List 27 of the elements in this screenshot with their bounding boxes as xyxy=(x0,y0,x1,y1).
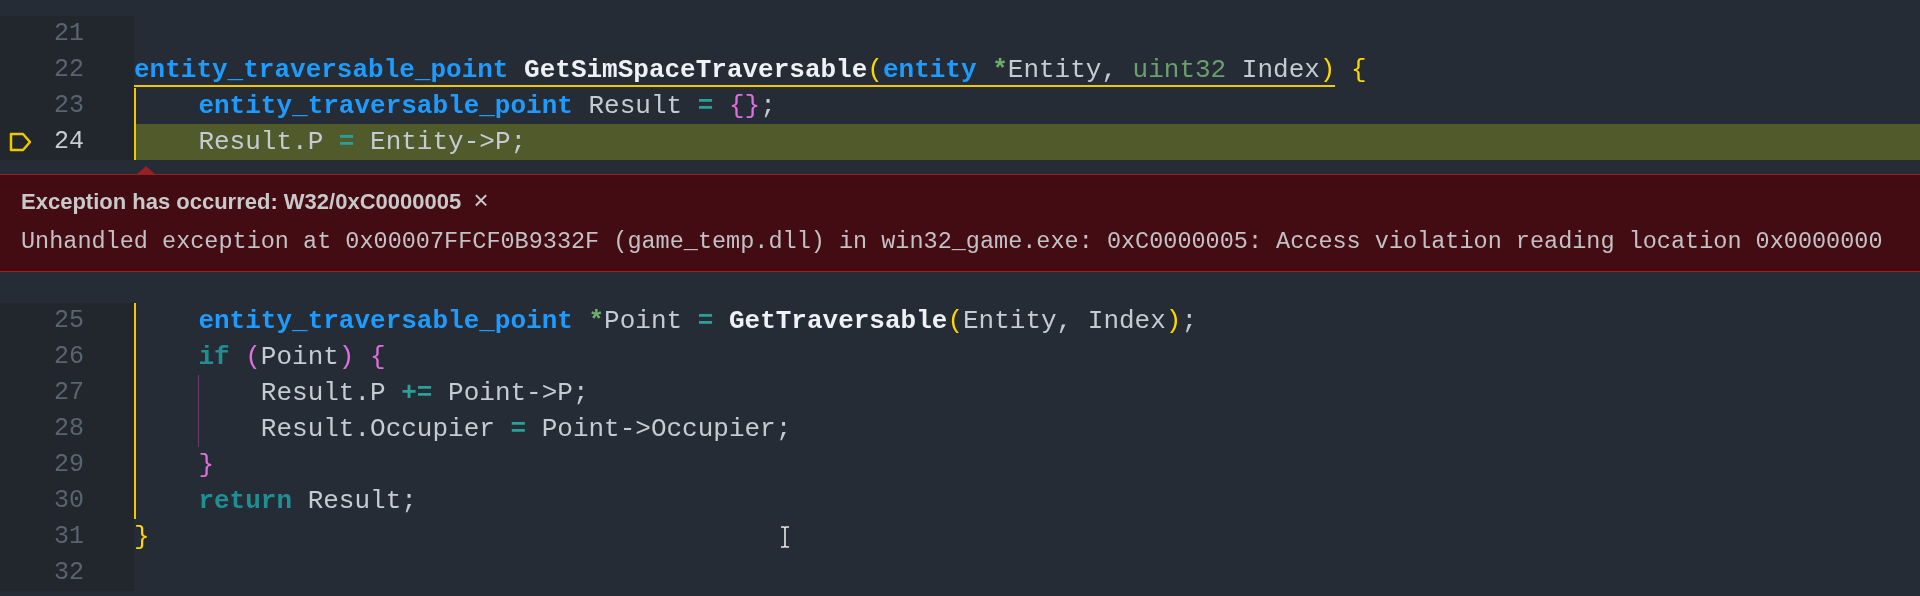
line-number: 31 xyxy=(54,521,84,554)
line-number: 32 xyxy=(54,557,84,590)
exception-title: Exception has occurred: W32/0xC0000005 xyxy=(21,188,462,216)
breakpoint-icon[interactable] xyxy=(9,132,32,152)
code-line: Result.P = Entity->P; xyxy=(197,125,527,159)
code-line: entity_traversable_point Result = {}; xyxy=(197,89,776,123)
code-line: } xyxy=(197,448,214,482)
line-number: 22 xyxy=(54,54,84,87)
line-number: 30 xyxy=(54,485,84,518)
code-line: entity_traversable_point GetSimSpaceTraversable(entity *Entity, uint32 Index) { xyxy=(134,53,1367,89)
line-number: 27 xyxy=(54,377,84,410)
line-number: 24 xyxy=(54,126,84,159)
exception-message: Unhandled exception at 0x00007FFCF0B9332F (game_temp.dll) in win32_game.exe: 0xC0000005: Access violation reading location 0x0000000 xyxy=(21,227,1884,257)
text-cursor-icon xyxy=(780,526,790,548)
code-line: entity_traversable_point *Point = GetTraversable(Entity, Index); xyxy=(197,304,1198,338)
line-number: 25 xyxy=(54,305,84,338)
line-number: 28 xyxy=(54,413,84,446)
line-number: 21 xyxy=(54,18,84,51)
code-line: if (Point) { xyxy=(197,340,386,374)
code-line: Result.P += Point->P; xyxy=(259,376,589,410)
code-line: return Result; xyxy=(197,484,417,518)
code-line: } xyxy=(134,520,150,554)
line-number: 29 xyxy=(54,449,84,482)
code-line: Result.Occupier = Point->Occupier; xyxy=(259,412,792,446)
line-number: 26 xyxy=(54,341,84,374)
line-number: 23 xyxy=(54,90,84,123)
close-button[interactable]: × xyxy=(469,188,493,215)
